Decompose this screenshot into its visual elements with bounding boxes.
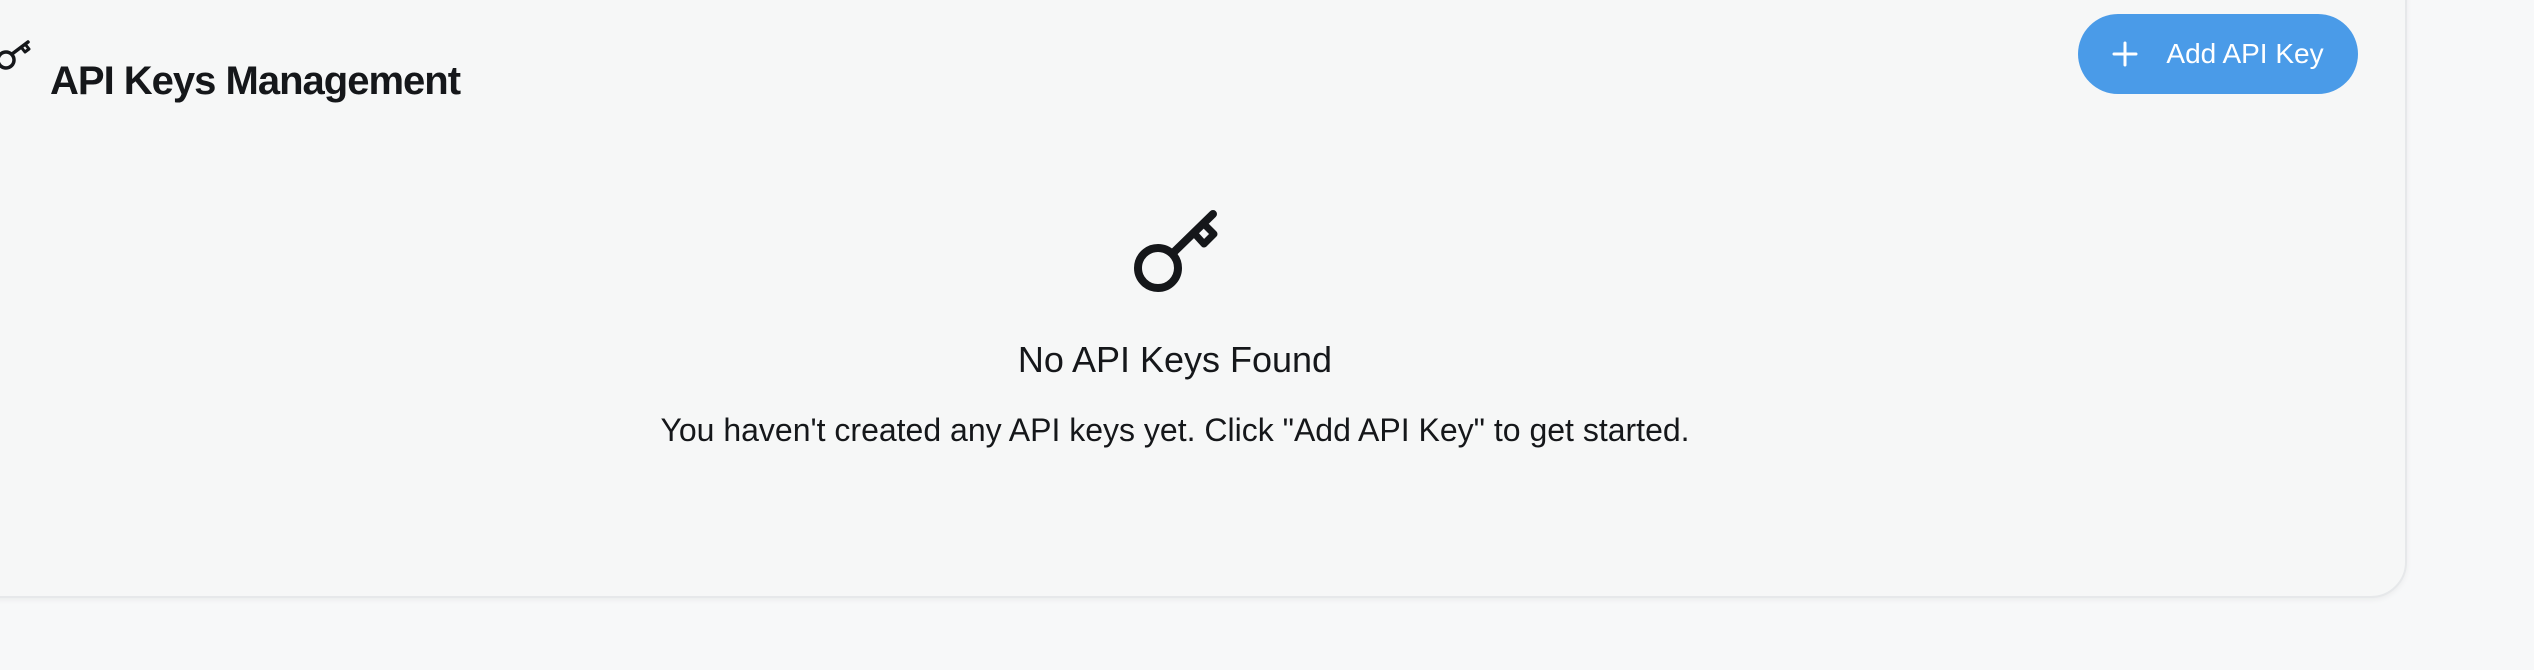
empty-state-description: You haven't created any API keys yet. Cl… [660,412,1690,448]
add-api-key-button[interactable]: Add API Key [2078,14,2358,94]
key-icon [0,40,31,70]
plus-icon [2112,41,2138,67]
empty-state-title: No API Keys Found [1017,339,1333,380]
page-title: API Keys Management [50,58,461,103]
add-api-key-label: Add API Key [2166,38,2324,69]
key-icon [1134,210,1218,292]
page: API Keys Management Add API Key No API K… [0,0,2534,670]
